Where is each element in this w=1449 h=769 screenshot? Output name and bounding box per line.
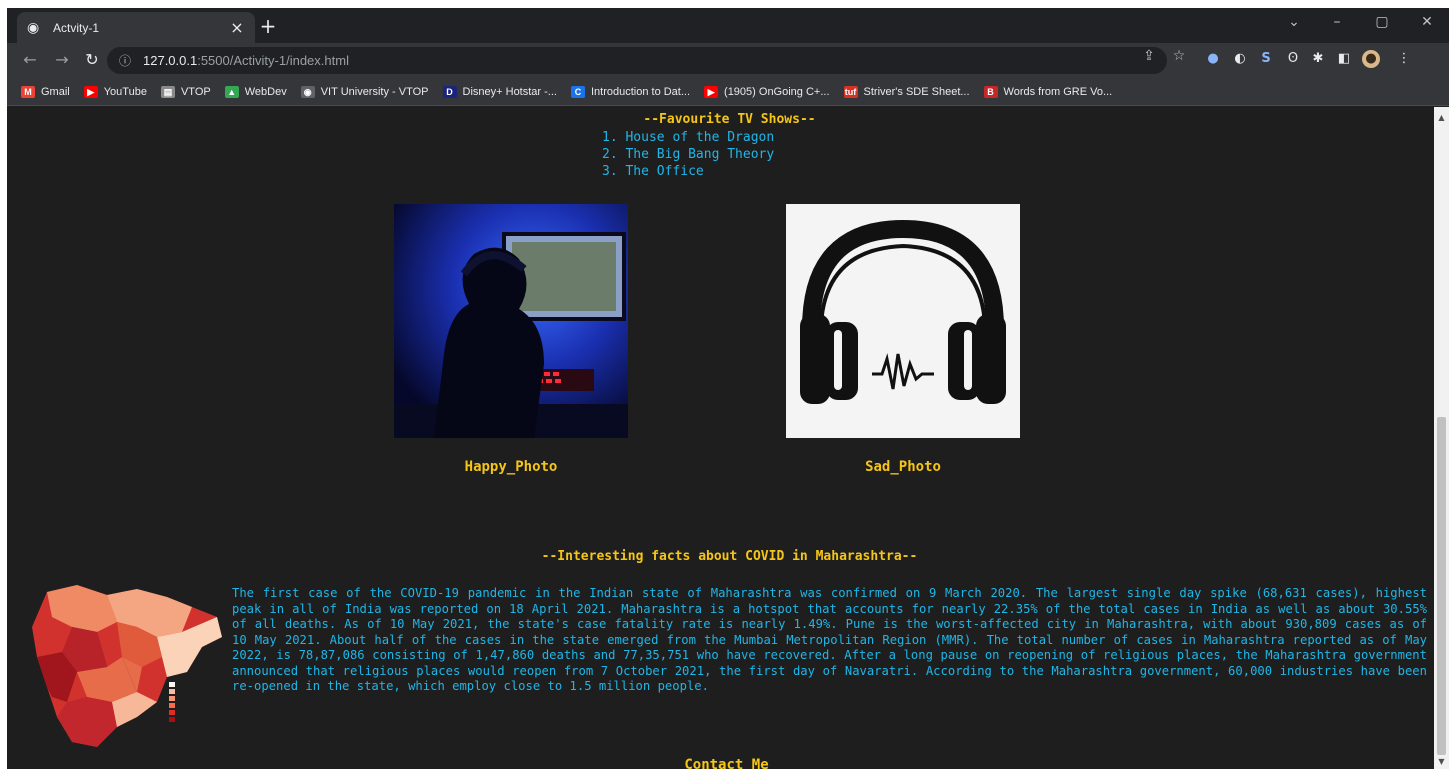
bookmark-item[interactable]: ▶ (1905) OnGoing C+... xyxy=(704,85,830,98)
bookmark-label: Introduction to Dat... xyxy=(590,85,691,98)
bookmarks-bar: M Gmail ▶ YouTube ▤ VTOP ▲ WebDev ◉ VIT Universit… xyxy=(7,78,1449,106)
extension-circle-icon[interactable]: ● xyxy=(1204,50,1222,68)
restore-icon[interactable]: ▢ xyxy=(1367,14,1397,30)
bookmark-item[interactable]: ◉ VIT University - VTOP xyxy=(300,85,429,98)
close-tab-icon[interactable]: × xyxy=(229,18,245,37)
tv-shows-list: 1. House of the Dragon 2. The Big Bang T… xyxy=(602,129,774,180)
url-host: 127.0.0.1 xyxy=(143,53,198,68)
menu-dots-icon[interactable]: ⋮ xyxy=(1395,50,1413,68)
browser-window: ◉ Actvity-1 × + ⌄ – ▢ ✕ ← → ↻ ⓘ 127.0.0.… xyxy=(7,8,1449,769)
happy-photo-image xyxy=(394,204,628,438)
maharashtra-map-image xyxy=(17,577,227,752)
new-tab-icon[interactable]: + xyxy=(257,16,279,36)
forward-icon[interactable]: → xyxy=(51,50,73,69)
globe-icon: ◉ xyxy=(27,19,40,36)
profile-avatar[interactable]: ● xyxy=(1362,50,1380,68)
url-path: :5500/Activity-1/index.html xyxy=(197,53,349,68)
covid-facts-paragraph: The first case of the COVID-19 pandemic … xyxy=(232,586,1427,693)
bookmark-label: YouTube xyxy=(103,85,147,98)
bookmark-star-icon[interactable]: ☆ xyxy=(1170,48,1188,64)
tab-title: Actvity-1 xyxy=(53,20,100,35)
scroll-down-icon[interactable]: ▼ xyxy=(1437,757,1446,766)
sad-photo-image xyxy=(786,204,1020,438)
tab-search-icon[interactable]: ⌄ xyxy=(1279,14,1309,30)
bookmark-item[interactable]: ▶ YouTube xyxy=(83,85,147,98)
bookmark-item[interactable]: D Disney+ Hotstar -... xyxy=(442,85,557,98)
bookmark-item[interactable]: ▤ VTOP xyxy=(160,85,211,98)
extension-panda-icon[interactable]: ʘ xyxy=(1284,50,1302,68)
scroll-thumb[interactable] xyxy=(1437,417,1446,755)
bookmark-item[interactable]: ▲ WebDev xyxy=(224,85,287,98)
bookmark-item[interactable]: tuf Striver's SDE Sheet... xyxy=(843,85,970,98)
list-item: 1. House of the Dragon xyxy=(602,130,775,145)
covid-heading: --Interesting facts about COVID in Mahar… xyxy=(541,549,918,564)
web-page: --Favourite TV Shows-- 1. House of the D… xyxy=(7,107,1434,769)
happy-photo-caption: Happy_Photo xyxy=(464,459,558,475)
bookmark-favicon-icon: C xyxy=(570,85,585,98)
bookmark-favicon-icon: ◉ xyxy=(300,85,315,98)
minimize-icon[interactable]: – xyxy=(1322,14,1352,30)
bookmark-item[interactable]: C Introduction to Dat... xyxy=(570,85,691,98)
toolbar: ← → ↻ ⓘ 127.0.0.1:5500/Activity-1/index.… xyxy=(7,43,1449,78)
tab-bar: ◉ Actvity-1 × + ⌄ – ▢ ✕ xyxy=(7,8,1449,43)
bookmark-favicon-icon: tuf xyxy=(843,85,858,98)
bookmark-item[interactable]: M Gmail xyxy=(21,85,70,98)
bookmark-label: Gmail xyxy=(41,85,70,98)
bookmark-favicon-icon: ▶ xyxy=(704,85,719,98)
bookmark-label: WebDev xyxy=(244,85,287,98)
back-icon[interactable]: ← xyxy=(19,50,41,69)
bookmark-favicon-icon: M xyxy=(21,85,35,98)
bookmark-label: Words from GRE Vo... xyxy=(1003,85,1113,98)
scroll-up-icon[interactable]: ▲ xyxy=(1437,113,1446,122)
list-item: 3. The Office xyxy=(602,164,704,179)
bookmark-label: Disney+ Hotstar -... xyxy=(462,85,557,98)
extensions-puzzle-icon[interactable]: ✱ xyxy=(1309,50,1327,68)
side-panel-icon[interactable]: ◧ xyxy=(1335,50,1353,68)
sad-photo-caption: Sad_Photo xyxy=(865,459,941,475)
bookmark-favicon-icon: D xyxy=(442,85,457,98)
page-scrollbar[interactable]: ▲ ▼ xyxy=(1434,107,1449,769)
bookmark-favicon-icon: ▲ xyxy=(224,85,239,98)
tab-activity[interactable]: ◉ Actvity-1 × xyxy=(17,12,255,43)
window-close-icon[interactable]: ✕ xyxy=(1412,14,1442,30)
extension-s-icon[interactable]: S xyxy=(1257,50,1275,68)
share-icon[interactable]: ⇪ xyxy=(1140,48,1158,64)
reload-icon[interactable]: ↻ xyxy=(81,50,103,69)
bookmark-label: (1905) OnGoing C+... xyxy=(724,85,830,98)
bookmark-favicon-icon: B xyxy=(983,85,998,98)
tv-shows-heading: --Favourite TV Shows-- xyxy=(643,112,816,127)
bookmark-label: VTOP xyxy=(180,85,211,98)
address-bar[interactable]: ⓘ 127.0.0.1:5500/Activity-1/index.html xyxy=(107,47,1167,74)
info-icon[interactable]: ⓘ xyxy=(119,52,133,69)
bookmark-label: VIT University - VTOP xyxy=(320,85,429,98)
bookmark-label: Striver's SDE Sheet... xyxy=(863,85,970,98)
bookmark-item[interactable]: B Words from GRE Vo... xyxy=(983,85,1113,98)
contact-me-heading[interactable]: Contact Me xyxy=(7,757,1434,769)
bookmark-favicon-icon: ▶ xyxy=(83,85,98,98)
extension-lens-icon[interactable]: ◐ xyxy=(1231,50,1249,68)
bookmark-favicon-icon: ▤ xyxy=(160,85,175,98)
list-item: 2. The Big Bang Theory xyxy=(602,147,775,162)
